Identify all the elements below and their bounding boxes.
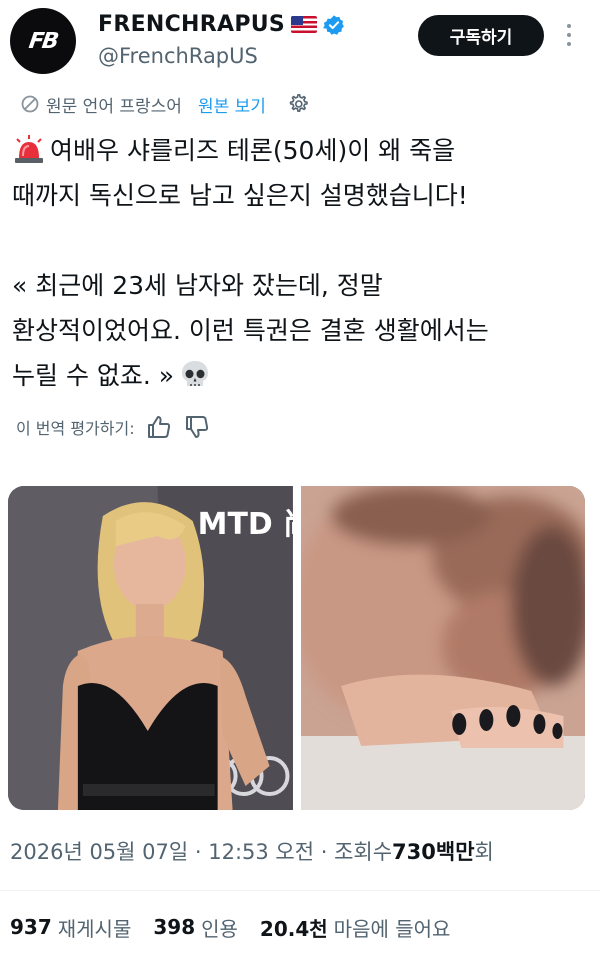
thumbs-down-icon[interactable] [183, 413, 211, 441]
verified-badge-icon [323, 14, 344, 35]
backdrop-logo-text: MTD 尚 [198, 507, 293, 542]
subscribe-button[interactable]: 구독하기 [418, 15, 544, 56]
thumbs-up-icon[interactable] [145, 413, 173, 441]
timestamp-row: 2026년 05월 07일 · 12:53 오전 · 조회수 730백만 회 [10, 834, 494, 868]
actress-photo-illustration: MTD 尚 [8, 486, 293, 810]
display-name[interactable]: FRENCHRAPUS [98, 12, 285, 37]
quotes-label[interactable]: 인용 [201, 913, 238, 942]
translation-row: 원문 언어 프랑스어 원본 보기 [20, 90, 310, 118]
engagement-stats: 937 재게시물 398 인용 20.4천 마음에 들어요 [10, 910, 472, 944]
avatar-logo-text: FB [27, 28, 59, 54]
show-original-link[interactable]: 원본 보기 [198, 92, 266, 117]
photo-actress[interactable]: MTD 尚 [8, 486, 293, 810]
views-suffix: 회 [474, 840, 494, 864]
us-flag-icon [291, 16, 318, 33]
views-count: 730백만 [392, 840, 475, 864]
tweet-header: FB FRENCHRAPUS @FrenchRapUS 구독하기 [0, 0, 600, 82]
quotes-count[interactable]: 398 [153, 915, 195, 939]
tweet-media: MTD 尚 [8, 486, 585, 810]
name-row: FRENCHRAPUS [98, 12, 345, 37]
gear-icon[interactable] [286, 92, 310, 116]
more-options-icon[interactable] [560, 20, 578, 50]
likes-label[interactable]: 마음에 들어요 [334, 913, 451, 942]
user-handle[interactable]: @FrenchRapUS [98, 44, 258, 68]
translate-icon [21, 95, 39, 113]
photo-couple[interactable] [300, 486, 585, 810]
translation-source-label: 원문 언어 프랑스어 [46, 96, 182, 117]
couple-photo-illustration [300, 486, 585, 810]
rate-translation-row: 이 번역 평가하기: [16, 412, 211, 442]
tweet-body: 여배우 샤를리즈 테론(50세)이 왜 죽을 때까지 독신으로 남고 싶은지 설… [12, 136, 489, 390]
reposts-label[interactable]: 재게시물 [58, 913, 132, 942]
siren-emoji-icon [15, 135, 43, 163]
rate-translation-label: 이 번역 평가하기: [16, 419, 135, 438]
tweet-text: 여배우 샤를리즈 테론(50세)이 왜 죽을 때까지 독신으로 남고 싶은지 설… [12, 128, 592, 398]
post-datetime[interactable]: 2026년 05월 07일 · 12:53 오전 · 조회수 [10, 836, 392, 866]
divider [0, 890, 600, 891]
reposts-count[interactable]: 937 [10, 915, 52, 939]
avatar[interactable]: FB [10, 8, 76, 74]
likes-count[interactable]: 20.4천 [260, 913, 328, 942]
skull-emoji-icon [182, 361, 209, 386]
